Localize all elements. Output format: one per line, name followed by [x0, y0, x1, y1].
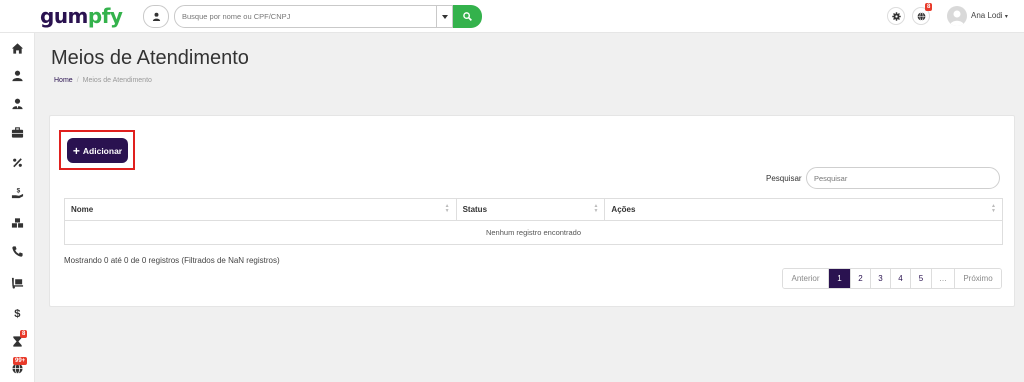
sidebar-item-dolly[interactable]: [0, 270, 35, 294]
search-button[interactable]: [453, 5, 482, 28]
table-info-text: Mostrando 0 até 0 de 0 registros (Filtra…: [64, 256, 280, 265]
user-icon: [152, 12, 160, 21]
home-icon: [11, 42, 24, 54]
sidebar-item-hourglass[interactable]: 8: [0, 329, 35, 353]
table-row: Nenhum registro encontrado: [64, 220, 1003, 245]
pagination: Anterior 1 2 3 4 5 … Próximo: [782, 268, 1002, 289]
sidebar-item-briefcase[interactable]: [0, 120, 35, 144]
sidebar-item-phone[interactable]: [0, 239, 35, 263]
pending-count-badge: 8: [20, 330, 28, 338]
sort-icon: ▲ ▼: [444, 203, 450, 214]
user-icon: [12, 70, 23, 81]
page-title: Meios de Atendimento: [51, 47, 249, 69]
top-navbar: gumpfy 8 Ana Lodi ▾: [0, 0, 1024, 33]
search-filter-dropdown[interactable]: [437, 5, 453, 28]
plus-icon: +: [72, 143, 80, 158]
user-name: Ana Lodi: [971, 11, 1003, 20]
dolly-icon: [11, 277, 24, 289]
pagination-page-3[interactable]: 3: [871, 269, 891, 288]
gumpfy-logo[interactable]: gumpfy: [40, 3, 123, 29]
svg-text:$: $: [14, 308, 21, 319]
table-search-label: Pesquisar: [766, 174, 802, 183]
globe-count-badge: 99+: [13, 357, 28, 365]
phone-icon: [12, 245, 23, 257]
gear-icon: [891, 11, 901, 21]
breadcrumb: Home / Meios de Atendimento: [54, 77, 152, 84]
sidebar-item-boxes[interactable]: [0, 210, 35, 234]
pagination-page-1[interactable]: 1: [829, 269, 851, 288]
pagination-page-4[interactable]: 4: [891, 269, 911, 288]
svg-text:$: $: [17, 187, 21, 194]
breadcrumb-home-link[interactable]: Home: [54, 77, 73, 84]
boxes-icon: [11, 217, 24, 228]
avatar[interactable]: [947, 6, 967, 26]
pagination-next[interactable]: Próximo: [955, 269, 1001, 288]
table-search-box: [806, 167, 1000, 189]
avatar-placeholder-icon: [950, 10, 964, 26]
caret-down-icon: [441, 14, 448, 19]
column-header-status[interactable]: Status ▲ ▼: [455, 198, 606, 221]
notification-count-badge: 8: [925, 3, 933, 11]
pagination-previous[interactable]: Anterior: [783, 269, 829, 288]
pagination-ellipsis: …: [932, 269, 955, 288]
sidebar: $ $ 8 99+: [0, 33, 35, 382]
briefcase-icon: [11, 126, 24, 138]
pagination-page-5[interactable]: 5: [911, 269, 932, 288]
dollar-icon: $: [14, 308, 21, 319]
chevron-down-icon: ▾: [1004, 14, 1008, 20]
breadcrumb-separator: /: [76, 77, 79, 84]
pagination-page-2[interactable]: 2: [851, 269, 871, 288]
percent-icon: [13, 157, 22, 167]
sidebar-item-home[interactable]: [0, 36, 35, 60]
sort-icon: ▲ ▼: [991, 203, 996, 214]
global-search-box: [174, 5, 437, 28]
sidebar-item-hand-dollar[interactable]: $: [0, 180, 35, 204]
table-search-input[interactable]: [807, 168, 999, 188]
breadcrumb-current: Meios de Atendimento: [82, 77, 152, 84]
table-header-row: Nome ▲ ▼ Status ▲ ▼ Ações ▲ ▼: [64, 198, 1003, 221]
add-button[interactable]: + Adicionar: [67, 138, 128, 163]
add-button-label: Adicionar: [82, 145, 123, 156]
sidebar-item-user[interactable]: [0, 63, 35, 87]
sidebar-item-percent[interactable]: [0, 150, 35, 174]
sort-icon: ▲ ▼: [593, 203, 599, 214]
search-icon: [463, 12, 472, 21]
global-search-input[interactable]: [175, 6, 436, 27]
user-menu[interactable]: Ana Lodi ▾: [971, 11, 1008, 20]
hand-holding-dollar-icon: $: [11, 187, 24, 198]
sidebar-item-globe[interactable]: 99+: [0, 356, 35, 380]
globe-icon: [917, 11, 925, 21]
data-table: Nome ▲ ▼ Status ▲ ▼ Ações ▲ ▼ Nenhum registro …: [64, 198, 1003, 245]
user-tie-icon: [12, 98, 23, 109]
settings-button[interactable]: [887, 7, 905, 25]
customer-type-button[interactable]: [143, 5, 169, 28]
notifications-button[interactable]: 8: [912, 3, 933, 25]
column-header-acoes[interactable]: Ações ▲ ▼: [604, 198, 1003, 221]
column-header-nome[interactable]: Nome ▲ ▼: [64, 198, 457, 221]
sidebar-item-user-tie[interactable]: [0, 91, 35, 115]
empty-table-message: Nenhum registro encontrado: [64, 220, 1003, 245]
sidebar-item-dollar[interactable]: $: [0, 300, 35, 324]
